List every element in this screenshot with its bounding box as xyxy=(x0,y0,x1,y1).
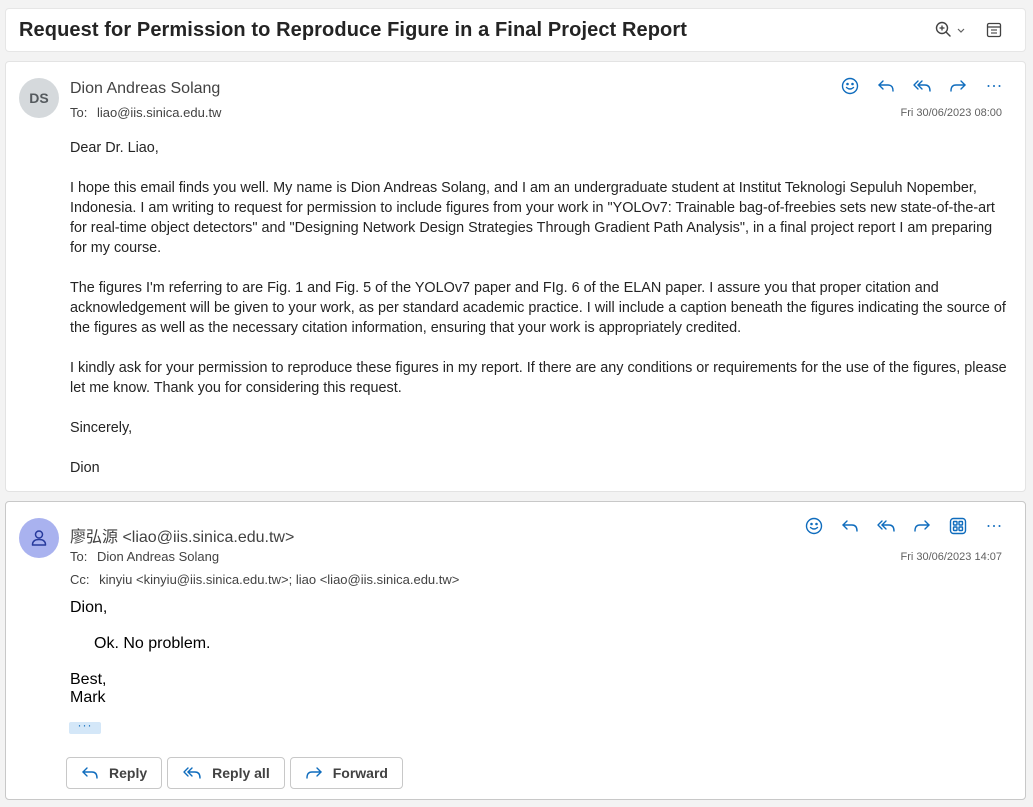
to-label: To: xyxy=(70,105,88,120)
message-date: Fri 30/06/2023 08:00 xyxy=(900,107,1002,119)
to-recipient[interactable]: liao@iis.sinica.edu.tw xyxy=(97,105,221,120)
body-paragraph: Dion xyxy=(70,460,100,476)
reply-button[interactable]: Reply xyxy=(66,757,163,789)
reply-all-icon[interactable] xyxy=(911,75,933,97)
sender-name[interactable]: 廖弘源 <liao@iis.sinica.edu.tw> xyxy=(70,523,294,547)
to-label: To: xyxy=(70,549,88,564)
person-avatar-icon xyxy=(19,518,59,558)
to-recipient[interactable]: Dion Andreas Solang xyxy=(97,549,219,564)
apps-icon[interactable] xyxy=(947,515,969,537)
subject-toolbar xyxy=(933,19,1005,41)
body-greeting: Dion, xyxy=(70,599,108,616)
email-subject: Request for Permission to Reproduce Figu… xyxy=(19,18,688,41)
reply-button-label: Reply xyxy=(109,765,148,781)
avatar: DS xyxy=(19,78,59,118)
body-signature: Mark xyxy=(70,689,106,706)
message-card-original: DS Dion Andreas Solang To: liao@iis.sini… xyxy=(5,61,1026,492)
body-paragraph: I hope this email finds you well. My nam… xyxy=(70,180,995,256)
message-actions xyxy=(803,515,1005,537)
subject-bar: Request for Permission to Reproduce Figu… xyxy=(5,8,1026,52)
body-main: Ok. No problem. xyxy=(94,635,211,652)
forward-icon xyxy=(306,767,322,779)
to-line: To: Dion Andreas Solang xyxy=(70,549,219,564)
body-paragraph: Sincerely, xyxy=(70,420,133,436)
reply-icon[interactable] xyxy=(875,75,897,97)
forward-icon[interactable] xyxy=(911,515,933,537)
forward-button-label: Forward xyxy=(332,765,388,781)
message-card-reply: 廖弘源 <liao@iis.sinica.edu.tw> To: Dion An… xyxy=(5,501,1026,800)
message-body: Dear Dr. Liao, I hope this email finds y… xyxy=(70,138,1010,498)
message-date: Fri 30/06/2023 14:07 xyxy=(900,551,1002,563)
to-line: To: liao@iis.sinica.edu.tw xyxy=(70,105,221,120)
message-actions xyxy=(839,75,1005,97)
more-icon[interactable] xyxy=(983,515,1005,537)
emoji-icon[interactable] xyxy=(803,515,825,537)
popout-icon[interactable] xyxy=(983,19,1005,41)
more-icon[interactable] xyxy=(983,75,1005,97)
emoji-icon[interactable] xyxy=(839,75,861,97)
chevron-down-icon xyxy=(957,28,965,33)
body-paragraph: I kindly ask for your permission to repr… xyxy=(70,360,1007,396)
reply-all-icon[interactable] xyxy=(875,515,897,537)
reply-icon xyxy=(82,767,98,779)
reply-all-button-label: Reply all xyxy=(212,765,270,781)
body-signoff: Best, xyxy=(70,671,107,688)
body-paragraph: The figures I'm referring to are Fig. 1 … xyxy=(70,280,1006,336)
reply-all-button[interactable]: Reply all xyxy=(167,757,285,789)
cc-line: Cc: kinyiu <kinyiu@iis.sinica.edu.tw>; l… xyxy=(70,572,459,587)
show-quoted-text-button[interactable]: ··· xyxy=(69,719,101,734)
reply-all-icon xyxy=(183,767,201,779)
message-body: Dion, Ok. No problem. Best, Mark xyxy=(70,599,210,707)
forward-icon[interactable] xyxy=(947,75,969,97)
reply-actions-row: Reply Reply all Forward xyxy=(66,757,403,789)
zoom-in-icon[interactable] xyxy=(933,19,969,41)
cc-recipients[interactable]: kinyiu <kinyiu@iis.sinica.edu.tw>; liao … xyxy=(99,572,459,587)
sender-name[interactable]: Dion Andreas Solang xyxy=(70,80,220,98)
cc-label: Cc: xyxy=(70,572,90,587)
forward-button[interactable]: Forward xyxy=(289,757,403,789)
body-paragraph: Dear Dr. Liao, xyxy=(70,140,159,156)
reply-icon[interactable] xyxy=(839,515,861,537)
